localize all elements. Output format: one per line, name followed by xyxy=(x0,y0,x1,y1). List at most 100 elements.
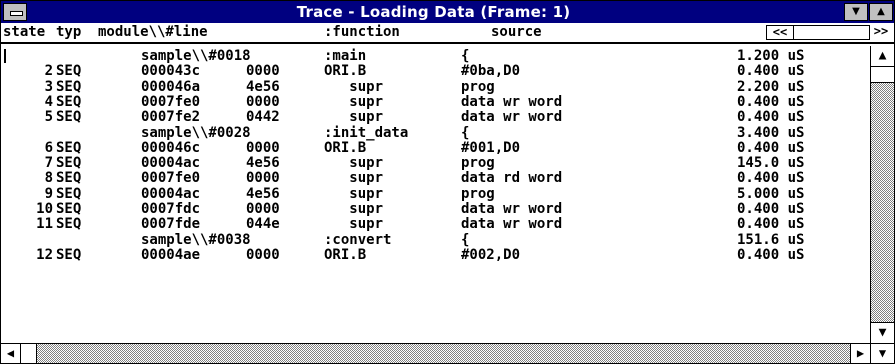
cell-state: 12 xyxy=(36,246,53,263)
cell-typ: SEQ xyxy=(56,246,82,263)
cell-source: data wr word xyxy=(461,201,563,217)
cell-time: 145.0 uS xyxy=(737,155,805,172)
cell-function: :main xyxy=(324,48,367,64)
cell-function: ORI.B xyxy=(324,63,367,80)
table-row[interactable]: sample\\#0028 :init_data {3.400 uS xyxy=(1,124,870,141)
cell-time: 0.400 uS xyxy=(737,63,805,80)
header-typ: typ xyxy=(56,24,82,40)
trace-window: Trace - Loading Data (Frame: 1) ▼ ▲ stat… xyxy=(0,0,895,364)
cell-typ: SEQ xyxy=(56,93,82,110)
cell-source: { xyxy=(461,124,470,141)
cell-state: 6 xyxy=(44,139,53,156)
cell-time: 0.400 uS xyxy=(737,109,805,126)
cell-typ: SEQ xyxy=(56,170,82,187)
cell-state: 2 xyxy=(44,63,53,80)
table-row[interactable]: 11 SEQ 0007fde 044e supr data wr word 0.400 u… xyxy=(1,217,870,232)
cell-time: 0.400 uS xyxy=(737,93,805,110)
cell-data: 044e xyxy=(246,216,280,233)
cell-typ: SEQ xyxy=(56,63,82,80)
cell-function: supr xyxy=(324,78,384,95)
cell-state: 10 xyxy=(36,201,53,217)
cell-function: supr xyxy=(324,185,384,202)
cell-data: 4e56 xyxy=(246,78,280,95)
maximize-button[interactable]: ▲ xyxy=(869,3,893,21)
table-row[interactable]: 12 SEQ 00004ae 0000 ORI.B #002,D0 0.400 uS xyxy=(1,246,870,263)
cell-source: { xyxy=(461,48,470,64)
cell-source: prog xyxy=(461,155,495,172)
table-row[interactable]: sample\\#0018:main {1.200 uS xyxy=(1,49,870,64)
cell-time: 0.400 uS xyxy=(737,139,805,156)
cell-address: 00004ac xyxy=(141,185,201,202)
cell-state: 9 xyxy=(44,185,53,202)
cell-address: sample\\#0018 xyxy=(141,48,251,64)
table-row[interactable]: 9 SEQ 00004ac 4e56 supr prog 5.000 uS xyxy=(1,185,870,202)
scroll-columns-left-button[interactable]: << xyxy=(766,25,794,40)
scroll-columns-right-button[interactable]: >> xyxy=(869,25,893,40)
table-row[interactable]: 8 SEQ 0007fe0 0000 supr data rd word 0.400 uS xyxy=(1,171,870,186)
cell-typ: SEQ xyxy=(56,201,82,217)
cell-source: #002,D0 xyxy=(461,246,521,263)
cell-data: 0000 xyxy=(246,93,280,110)
table-row[interactable]: 6 SEQ 000046c 0000 ORI.B #001,D0 0.400 uS xyxy=(1,139,870,156)
cell-function: supr xyxy=(324,93,384,110)
cell-address: sample\\#0028 xyxy=(141,124,251,141)
title-bar[interactable]: Trace - Loading Data (Frame: 1) ▼ ▲ xyxy=(1,1,894,23)
cell-address: 0007fdc xyxy=(141,201,201,217)
cell-typ: SEQ xyxy=(56,216,82,233)
cell-time: 2.200 uS xyxy=(737,78,805,95)
horizontal-scrollbar[interactable]: ◀ ▶ xyxy=(1,343,870,363)
scroll-down-button[interactable]: ▼ xyxy=(871,322,894,343)
table-row[interactable]: 4 SEQ 0007fe0 0000 supr data wr word 0.400 uS xyxy=(1,93,870,110)
scroll-up-button[interactable]: ▲ xyxy=(871,46,894,67)
cell-function: supr xyxy=(324,155,384,172)
cell-function: supr xyxy=(324,109,384,126)
cell-state: 11 xyxy=(36,216,53,233)
system-menu-icon[interactable] xyxy=(3,3,27,21)
cell-time: 5.000 uS xyxy=(737,185,805,202)
cell-data: 0442 xyxy=(246,109,280,126)
scroll-left-button[interactable]: ◀ xyxy=(1,344,21,363)
trace-listing[interactable]: sample\\#0018:main{1.200 uS 2 SEQ 000043c 00… xyxy=(1,46,870,343)
cell-state: 4 xyxy=(44,93,53,110)
cell-data: 0000 xyxy=(246,201,280,217)
header-state: state xyxy=(3,24,46,40)
cell-typ: SEQ xyxy=(56,78,82,95)
cell-address: 000046c xyxy=(141,139,201,156)
minimize-button[interactable]: ▼ xyxy=(844,3,868,21)
horizontal-scroll-thumb[interactable] xyxy=(21,344,37,363)
table-row[interactable]: 7 SEQ 00004ac 4e56 supr prog 145.0 uS xyxy=(1,156,870,171)
cell-time: 0.400 uS xyxy=(737,216,805,233)
cell-state: 5 xyxy=(44,109,53,126)
cell-state: 8 xyxy=(44,170,53,187)
scroll-right-button[interactable]: ▶ xyxy=(850,344,870,363)
cell-source: #0ba,D0 xyxy=(461,63,521,80)
table-row[interactable]: sample\\#0038:convert {151.6 uS xyxy=(1,231,870,248)
cell-typ: SEQ xyxy=(56,109,82,126)
cell-data: 0000 xyxy=(246,139,280,156)
cell-source: data wr word xyxy=(461,216,563,233)
cell-data: 0000 xyxy=(246,246,280,263)
cell-function: ORI.B xyxy=(324,246,367,263)
table-row[interactable]: 3 SEQ 000046a 4e56 supr prog 2.200 uS xyxy=(1,78,870,95)
table-row[interactable]: 5 SEQ 0007fe2 0442 supr data wr word 0.400 uS xyxy=(1,110,870,125)
system-menu-bar xyxy=(10,11,23,16)
scroll-down-corner-button[interactable]: ▼ xyxy=(870,343,894,363)
table-row[interactable]: 10 SEQ 0007fdc 0000 supr data wr word 0.400 u… xyxy=(1,202,870,217)
cell-source: prog xyxy=(461,185,495,202)
header-source: source xyxy=(491,24,542,40)
header-function: :function xyxy=(324,24,400,40)
cell-state: 7 xyxy=(44,155,53,172)
cell-address: 0007fe0 xyxy=(141,93,201,110)
cell-source: prog xyxy=(461,78,495,95)
cell-time: 0.400 uS xyxy=(737,201,805,217)
table-row[interactable]: 2 SEQ 000043c 0000 ORI.B #0ba,D0 0.400 uS xyxy=(1,64,870,79)
cell-address: 0007fe0 xyxy=(141,170,201,187)
vertical-scroll-thumb[interactable] xyxy=(871,67,894,83)
vertical-scrollbar[interactable]: ▲ ▼ xyxy=(870,46,894,343)
cell-state: 3 xyxy=(44,78,53,95)
cell-function: :init_data xyxy=(324,124,409,141)
cell-time: 3.400 uS xyxy=(737,124,805,141)
cell-source: { xyxy=(461,231,470,248)
cell-data: 0000 xyxy=(246,63,280,80)
cell-typ: SEQ xyxy=(56,139,82,156)
